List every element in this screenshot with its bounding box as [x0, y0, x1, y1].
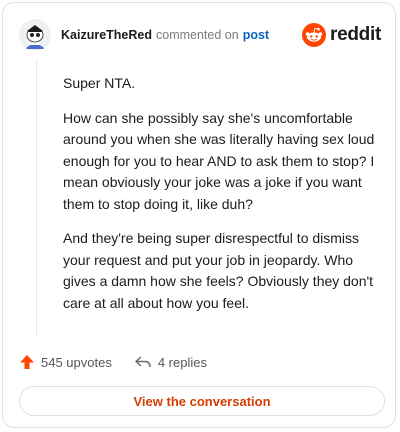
upvote-count: 545 upvotes [41, 354, 112, 370]
reddit-logo-icon [302, 23, 327, 47]
upvote-button[interactable]: 545 upvotes [19, 354, 112, 370]
post-link[interactable]: post [243, 28, 269, 42]
view-conversation-button[interactable]: View the conversation [19, 386, 385, 416]
comment-meta: KaizureTheRed commented on post [61, 28, 269, 42]
commented-on-text: commented on [156, 28, 239, 42]
replies-count: 4 replies [157, 354, 207, 370]
comment-header: KaizureTheRed commented on post reddit [19, 17, 381, 53]
replies-button[interactable]: 4 replies [134, 354, 207, 370]
upvote-arrow-icon [20, 355, 34, 369]
username[interactable]: KaizureTheRed [61, 28, 152, 42]
comment-paragraph: And they're being super disrespectful to… [63, 230, 374, 311]
reply-arrow-icon [135, 356, 151, 368]
comment-paragraph: Super NTA. [63, 75, 136, 91]
reddit-wordmark: reddit [330, 24, 381, 45]
comment-paragraph: How can she possibly say she's uncomfort… [63, 109, 375, 212]
comment-body: Super NTA. How can she possibly say she'… [63, 73, 383, 327]
reddit-brand[interactable]: reddit [302, 23, 381, 47]
thread-line [36, 59, 37, 337]
snoo-avatar-icon[interactable] [19, 19, 51, 51]
comment-card: KaizureTheRed commented on post reddit Sup… [2, 2, 396, 428]
comment-actions: 545 upvotes 4 replies [19, 352, 207, 372]
